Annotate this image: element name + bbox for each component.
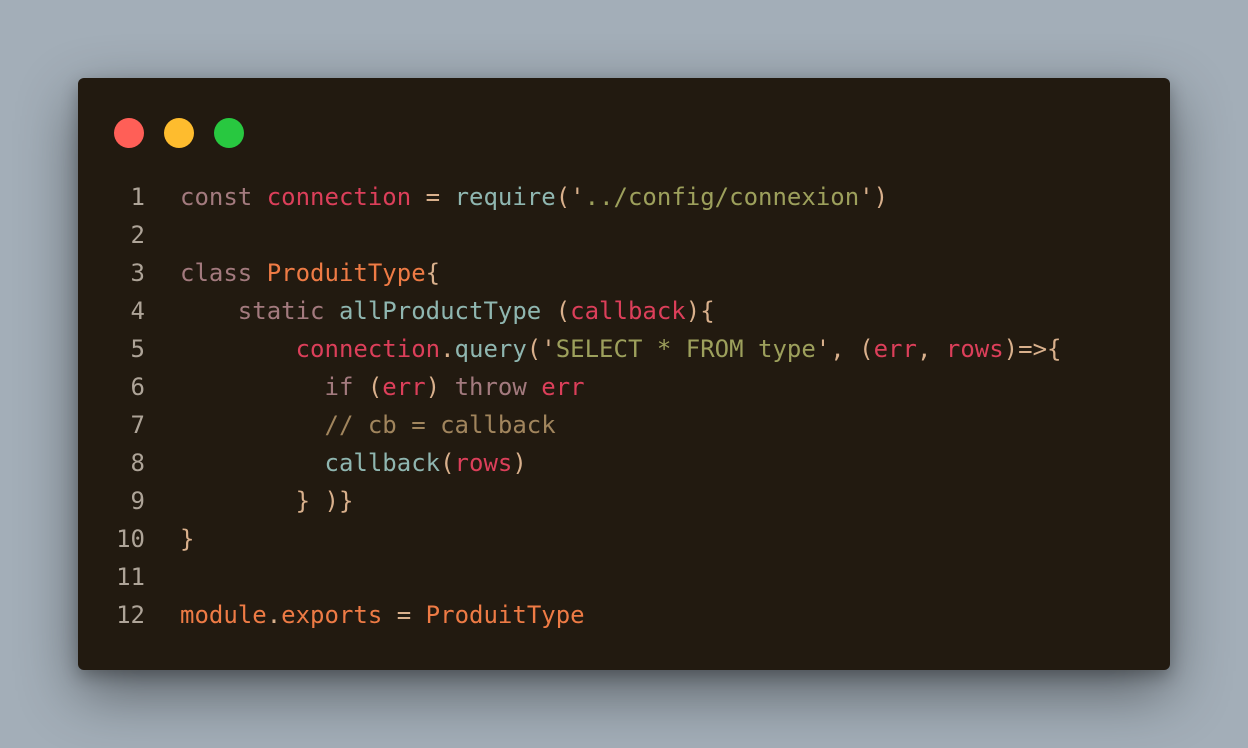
code-token-operator: )=>{ [1003, 335, 1062, 363]
code-line: 7 // cb = callback [78, 406, 1170, 444]
code-token-operator [180, 335, 296, 363]
code-line: 9 } )} [78, 482, 1170, 520]
line-source: connection.query('SELECT * FROM type', (… [180, 330, 1062, 368]
code-token-operator: , ( [830, 335, 874, 363]
code-token-variable: err [541, 373, 585, 401]
code-token-operator: ' [541, 335, 556, 363]
code-line: 1 const connection = require('../config/c… [78, 178, 1170, 216]
line-source: static allProductType (callback){ [180, 292, 715, 330]
line-source: // cb = callback [180, 406, 556, 444]
code-line: 5 connection.query('SELECT * FROM type',… [78, 330, 1170, 368]
line-number: 8 [130, 449, 145, 477]
zoom-button[interactable] [214, 118, 244, 148]
code-token-variable: rows [945, 335, 1004, 363]
line-source: } )} [180, 482, 354, 520]
code-token-variable: callback [570, 297, 686, 325]
code-token-operator: ) [512, 449, 527, 477]
code-token-variable: rows [454, 449, 513, 477]
line-number: 3 [130, 259, 145, 287]
code-line: 10} [78, 520, 1170, 558]
code-token-operator: ) [873, 183, 889, 211]
code-token-string: ../config/connexion [584, 183, 860, 211]
line-source: callback(rows) [180, 444, 527, 482]
code-token-operator: = [411, 183, 455, 211]
code-token-function: allProductType [338, 297, 542, 325]
line-number: 6 [130, 373, 145, 401]
code-token-operator: ' [815, 335, 831, 363]
minimize-button[interactable] [164, 118, 194, 148]
code-token-operator: ( [555, 183, 571, 211]
line-number: 4 [130, 297, 145, 325]
code-line: 6 if (err) throw err [78, 368, 1170, 406]
line-source: module.exports = ProduitType [180, 596, 585, 634]
code-token-variable: err [382, 373, 426, 401]
code-token-operator: } )} [180, 487, 354, 515]
code-token-function: require [454, 183, 556, 211]
code-token-function: callback [324, 449, 441, 477]
code-token-operator: ){ [685, 297, 715, 325]
code-token-variable: connection [295, 335, 441, 363]
code-token-operator: . [266, 601, 282, 629]
code-line: 11 [78, 558, 1170, 596]
code-token-operator: } [180, 525, 195, 553]
line-source: } [180, 520, 194, 558]
code-token-keyword: if [180, 373, 368, 401]
line-source: const connection = require('../config/co… [180, 178, 888, 216]
code-token-operator: ' [570, 183, 585, 211]
code-token-class: module [180, 601, 267, 629]
code-line: 3 class ProduitType{ [78, 254, 1170, 292]
code-token-keyword: static [180, 297, 339, 325]
code-token-operator [180, 449, 325, 477]
code-line: 2 [78, 216, 1170, 254]
code-line: 4 static allProductType (callback){ [78, 292, 1170, 330]
line-source: class ProduitType{ [180, 254, 440, 292]
line-number: 1 [130, 183, 145, 211]
code-token-operator: ) [425, 373, 455, 401]
code-token-class: ProduitType [425, 601, 585, 629]
code-token-operator: = [382, 601, 426, 629]
code-token-operator: , [916, 335, 946, 363]
line-number: 11 [116, 563, 145, 591]
line-number: 9 [130, 487, 145, 515]
code-line: 8 callback(rows) [78, 444, 1170, 482]
line-number: 5 [130, 335, 145, 363]
line-number: 12 [116, 601, 145, 629]
code-token-keyword: class [180, 259, 267, 287]
line-number: 10 [116, 525, 145, 553]
code-token-operator: { [425, 259, 441, 287]
code-token-variable: connection [266, 183, 412, 211]
code-token-operator: ( [541, 297, 571, 325]
line-number: 2 [130, 221, 145, 249]
code-line: 12 module.exports = ProduitType [78, 596, 1170, 634]
code-token-operator: ' [859, 183, 874, 211]
code-token-comment: // cb = callback [180, 411, 556, 439]
code-token-string: SELECT * FROM type [555, 335, 816, 363]
code-token-class: ProduitType [266, 259, 426, 287]
line-source: if (err) throw err [180, 368, 585, 406]
window-controls [114, 118, 244, 148]
code-token-operator: . [440, 335, 455, 363]
code-token-operator: ( [526, 335, 542, 363]
code-token-class: exports [281, 601, 383, 629]
code-token-keyword: throw [454, 373, 542, 401]
code-token-variable: err [873, 335, 917, 363]
code-token-function: query [454, 335, 527, 363]
line-number: 7 [130, 411, 145, 439]
code-token-operator: ( [440, 449, 455, 477]
code-block[interactable]: 1 const connection = require('../config/c… [78, 178, 1170, 634]
close-button[interactable] [114, 118, 144, 148]
code-token-keyword: const [180, 183, 267, 211]
code-token-operator: ( [367, 373, 383, 401]
code-window: 1 const connection = require('../config/c… [78, 78, 1170, 670]
